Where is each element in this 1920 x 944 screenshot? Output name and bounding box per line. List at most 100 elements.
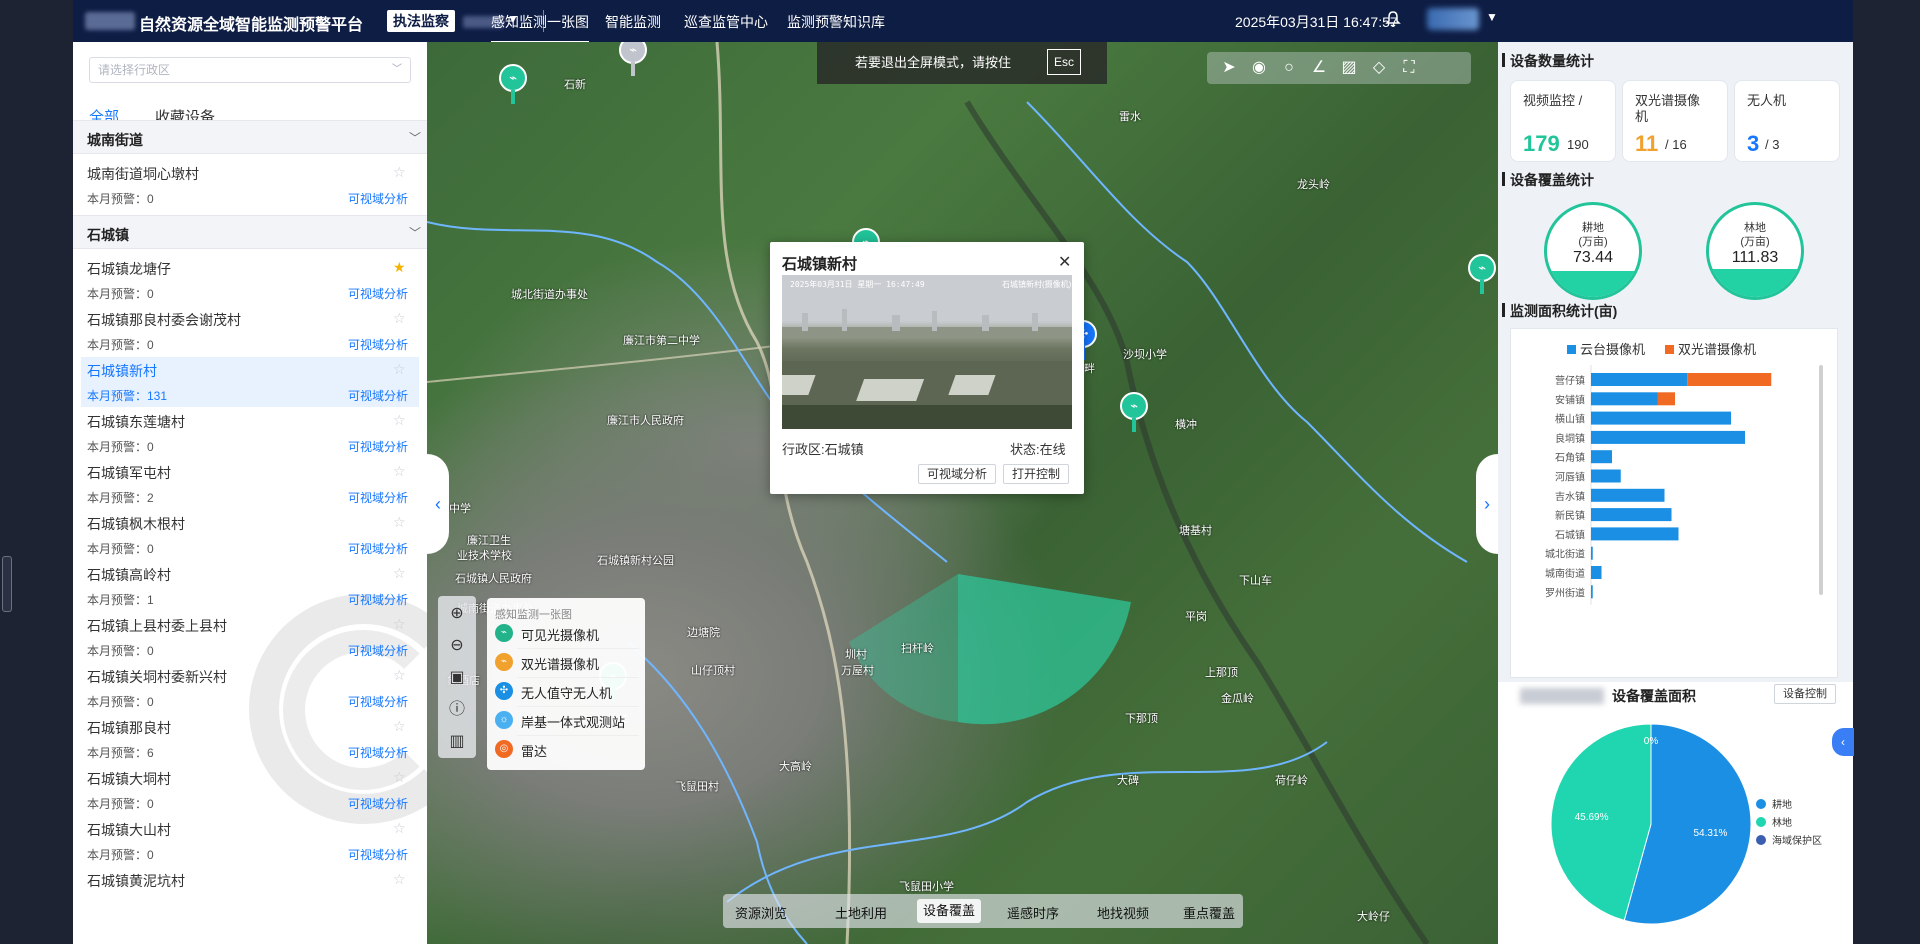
device-list-item[interactable]: 石城镇龙塘仔 ★ 本月预警：0 可视域分析 — [81, 255, 419, 305]
tab-land-use[interactable]: 土地利用 — [835, 903, 887, 922]
star-icon[interactable]: ☆ — [393, 463, 406, 480]
fullscreen-icon[interactable]: ⛶ — [1399, 58, 1419, 78]
logo — [85, 12, 135, 30]
chart-scrollbar[interactable] — [1819, 365, 1823, 595]
star-icon[interactable]: ☆ — [393, 361, 406, 378]
viewshed-analysis-link[interactable]: 可视域分析 — [348, 591, 408, 608]
camera-marker[interactable]: ⌁ — [1468, 254, 1496, 294]
legend-item[interactable]: ⌁ 双光谱摄像机 — [495, 651, 639, 678]
bell-icon[interactable] — [1385, 10, 1401, 28]
chevron-down-icon[interactable]: ▼ — [1486, 10, 1498, 24]
viewshed-analysis-link[interactable]: 可视域分析 — [348, 387, 408, 404]
camera-marker[interactable]: ⌁ — [1120, 392, 1148, 432]
nav-tab-patrol-center[interactable]: 巡查监管中心 — [684, 12, 768, 32]
device-list-item[interactable]: 石城镇上县村委上县村 ☆ 本月预警：0 可视域分析 — [81, 612, 419, 662]
viewshed-analysis-link[interactable]: 可视域分析 — [348, 642, 408, 659]
star-icon[interactable]: ★ — [393, 259, 406, 276]
map-icon[interactable]: ▥ — [445, 730, 469, 754]
legend-item[interactable]: ✣ 无人值守无人机 — [495, 680, 639, 707]
tab-remote-sensing[interactable]: 遥感时序 — [1007, 903, 1059, 922]
avatar[interactable] — [1427, 8, 1479, 30]
device-list-item[interactable]: 石城镇军屯村 ☆ 本月预警：2 可视域分析 — [81, 459, 419, 509]
zoom-in-icon[interactable]: ⊕ — [445, 602, 469, 626]
map-view[interactable]: 若要退出全屏模式，请按住 Esc ➤ ◉ ○ ∠ ▨ ◇ ⛶ 石新 雷水 城北街道办事… — [427, 42, 1498, 944]
group-header[interactable]: 城南街道 ﹀ — [73, 120, 427, 154]
enforce-button[interactable]: 执法监察 — [387, 10, 455, 32]
collapse-panel-button[interactable]: ‹ — [1832, 728, 1854, 756]
host-window-right — [1853, 0, 1920, 944]
video-feed[interactable]: 2025年03月31日 星期一 16:47:49 石城镇新村(摄像机) — [782, 275, 1072, 429]
star-icon[interactable]: ☆ — [393, 769, 406, 786]
nav-tab-perception-map[interactable]: 感知监测一张图 — [491, 12, 589, 44]
open-control-button[interactable]: 打开控制 — [1003, 464, 1070, 484]
search-icon[interactable]: ○ — [1279, 58, 1299, 78]
nav-tab-knowledge-base[interactable]: 监测预警知识库 — [787, 12, 885, 32]
device-list-item[interactable]: 城南街道垌心墩村 ☆ 本月预警：0 可视域分析 — [81, 160, 419, 210]
info-icon[interactable]: ⓘ — [445, 698, 469, 722]
tab-resource-browse[interactable]: 资源浏览 — [735, 903, 787, 922]
map-place-label: 廉江市第二中学 — [623, 335, 700, 347]
star-icon[interactable]: ☆ — [393, 667, 406, 684]
bar — [1591, 585, 1593, 599]
device-list-item[interactable]: 石城镇大山村 ☆ 本月预警：0 可视域分析 — [81, 816, 419, 866]
star-icon[interactable]: ☆ — [393, 820, 406, 837]
tab-find-video[interactable]: 地找视频 — [1097, 903, 1149, 922]
star-icon[interactable]: ☆ — [393, 616, 406, 633]
viewshed-analysis-link[interactable]: 可视域分析 — [348, 489, 408, 506]
viewshed-analysis-link[interactable]: 可视域分析 — [348, 693, 408, 710]
device-list-item[interactable]: 石城镇那良村委会谢茂村 ☆ 本月预警：0 可视域分析 — [81, 306, 419, 356]
viewshed-analysis-link[interactable]: 可视域分析 — [348, 846, 408, 863]
collapse-left-button[interactable]: ‹ — [427, 454, 449, 554]
viewshed-analysis-link[interactable]: 可视域分析 — [348, 438, 408, 455]
star-icon[interactable]: ☆ — [393, 412, 406, 429]
viewshed-analysis-link[interactable]: 可视域分析 — [348, 336, 408, 353]
zoom-out-icon[interactable]: ⊖ — [445, 634, 469, 658]
close-icon[interactable]: ✕ — [1058, 252, 1071, 272]
legend-item[interactable]: ☼ 岸基一体式观测站 — [495, 709, 639, 736]
device-list-item[interactable]: 石城镇黄泥坑村 ☆ — [81, 867, 419, 917]
device-list-item[interactable]: 石城镇新村 ☆ 本月预警：131 可视域分析 — [81, 357, 419, 407]
stat-card-drone: 无人机 3 / 3 — [1734, 80, 1840, 162]
legend-item[interactable]: ◎ 雷达 — [495, 738, 639, 760]
star-icon[interactable]: ☆ — [393, 310, 406, 327]
measure-angle-icon[interactable]: ∠ — [1309, 58, 1329, 78]
locate-icon[interactable]: ◉ — [1249, 58, 1269, 78]
resize-handle[interactable] — [2, 556, 12, 612]
star-icon[interactable]: ☆ — [393, 871, 406, 888]
device-list-item[interactable]: 石城镇那良村 ☆ 本月预警：6 可视域分析 — [81, 714, 419, 764]
device-name: 石城镇龙塘仔 — [87, 261, 171, 277]
device-list-item[interactable]: 石城镇大垌村 ☆ 本月预警：0 可视域分析 — [81, 765, 419, 815]
device-control-button[interactable]: 设备控制 — [1774, 684, 1836, 704]
stat-label: 双光谱摄像机 — [1635, 93, 1701, 124]
layers-icon[interactable]: ▣ — [445, 666, 469, 690]
viewshed-analysis-link[interactable]: 可视域分析 — [348, 190, 408, 207]
eraser-icon[interactable]: ◇ — [1369, 58, 1389, 78]
area-measure-icon[interactable]: ▨ — [1339, 58, 1359, 78]
device-list-item[interactable]: 石城镇枫木根村 ☆ 本月预警：0 可视域分析 — [81, 510, 419, 560]
device-list-item[interactable]: 石城镇关垌村委新兴村 ☆ 本月预警：0 可视域分析 — [81, 663, 419, 713]
star-icon[interactable]: ☆ — [393, 565, 406, 582]
region-select[interactable]: 请选择行政区 ﹀ — [89, 57, 411, 83]
legend-item[interactable]: ⌁ 可见光摄像机 — [495, 622, 639, 649]
viewshed-analysis-link[interactable]: 可视域分析 — [348, 285, 408, 302]
nav-tab-smart-monitor[interactable]: 智能监测 — [605, 12, 661, 32]
viewshed-analysis-link[interactable]: 可视域分析 — [348, 795, 408, 812]
bar — [1591, 392, 1658, 406]
collapse-right-button[interactable]: › — [1476, 454, 1498, 554]
star-icon[interactable]: ☆ — [393, 164, 406, 181]
navigate-icon[interactable]: ➤ — [1219, 58, 1239, 78]
device-list-item[interactable]: 石城镇东莲塘村 ☆ 本月预警：0 可视域分析 — [81, 408, 419, 458]
group-header[interactable]: 石城镇 ﹀ — [73, 215, 427, 249]
tab-device-coverage[interactable]: 设备覆盖 — [917, 899, 982, 923]
device-list-item[interactable]: 石城镇高岭村 ☆ 本月预警：1 可视域分析 — [81, 561, 419, 611]
camera-marker[interactable]: ⌁ — [619, 42, 647, 76]
star-icon[interactable]: ☆ — [393, 514, 406, 531]
device-name: 石城镇新村 — [87, 363, 157, 379]
viewshed-analysis-link[interactable]: 可视域分析 — [348, 744, 408, 761]
camera-marker[interactable]: ⌁ — [499, 64, 527, 104]
viewshed-analysis-link[interactable]: 可视域分析 — [348, 540, 408, 557]
viewshed-analysis-button[interactable]: 可视域分析 — [918, 464, 997, 484]
category-label: 安铺镇 — [1555, 393, 1585, 406]
tab-key-coverage[interactable]: 重点覆盖 — [1183, 903, 1235, 922]
star-icon[interactable]: ☆ — [393, 718, 406, 735]
